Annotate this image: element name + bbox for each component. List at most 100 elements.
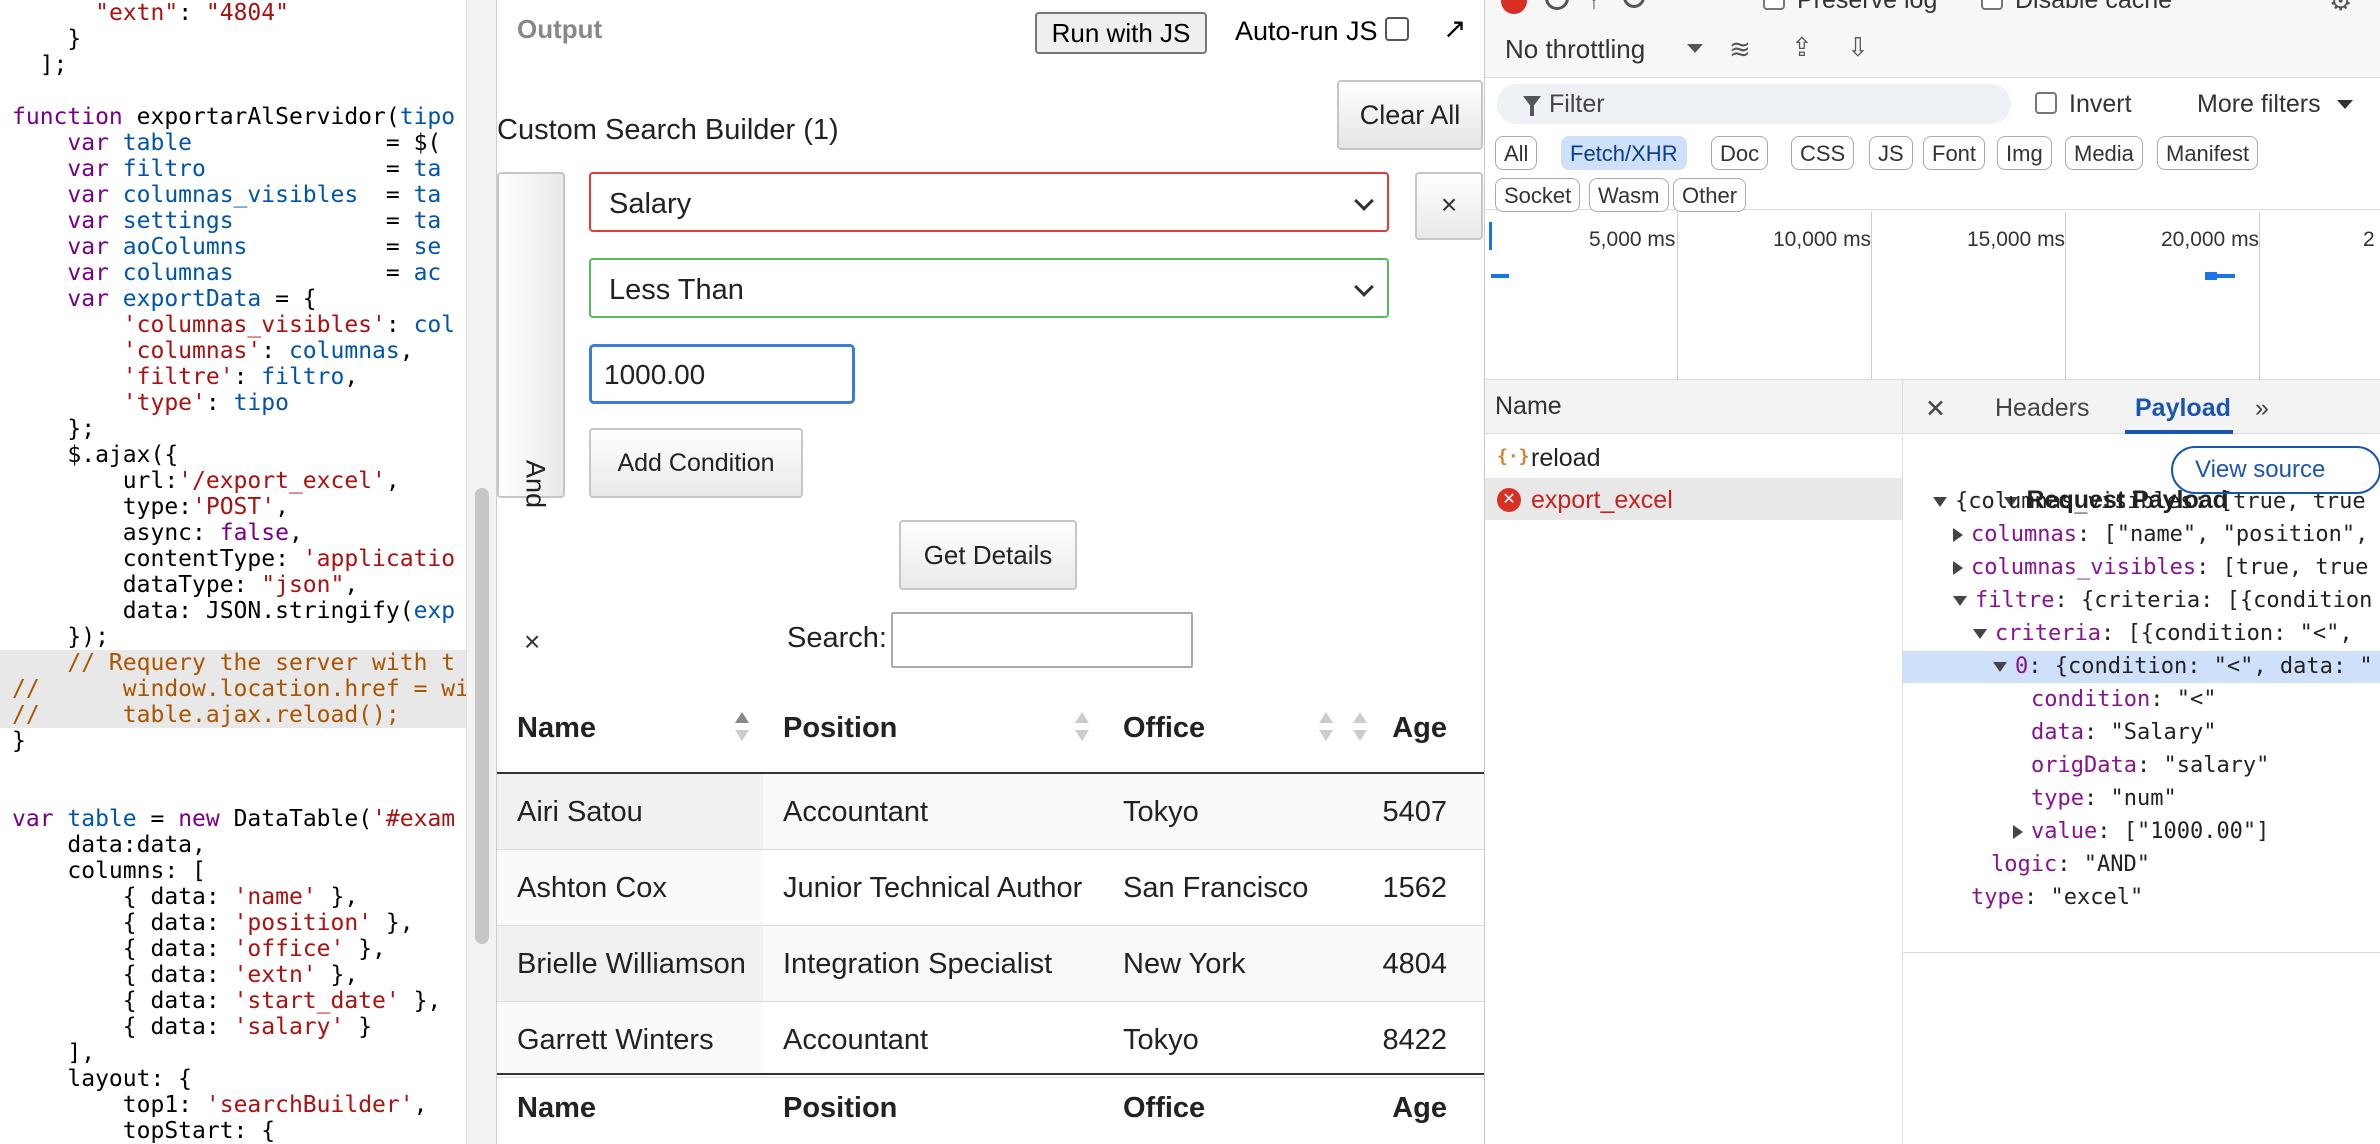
- collapse-icon[interactable]: [1933, 497, 1947, 507]
- table-cell: Airi Satou: [517, 796, 643, 828]
- invert-checkbox[interactable]: [2035, 92, 2057, 114]
- col-header-name[interactable]: Name: [497, 700, 763, 774]
- code-line: // Requery the server with t: [0, 650, 466, 676]
- code-line: 'columnas_visibles': col: [12, 312, 456, 338]
- network-timeline[interactable]: 5,000 ms 10,000 ms 15,000 ms 20,000 ms 2: [1485, 212, 2380, 380]
- table-row[interactable]: Brielle Williamson Integration Specialist…: [497, 926, 1484, 1002]
- code-scrollbar-thumb[interactable]: [475, 488, 489, 944]
- filter-chip-all[interactable]: All: [1495, 136, 1538, 170]
- table-row[interactable]: Ashton Cox Junior Technical Author San Fra…: [497, 850, 1484, 926]
- record-icon[interactable]: [1501, 0, 1527, 14]
- value-input[interactable]: 1000.00: [589, 344, 855, 404]
- col-header-office[interactable]: Office: [1103, 700, 1347, 774]
- timeline-gridline: [1871, 212, 1872, 380]
- request-name: reload: [1531, 444, 1601, 472]
- collapse-icon[interactable]: [1953, 596, 1967, 606]
- collapse-icon[interactable]: [1973, 629, 1987, 639]
- popout-icon[interactable]: ↗: [1443, 12, 1466, 45]
- filter-chip-media[interactable]: Media: [2065, 136, 2143, 170]
- chevron-down-icon: [2337, 100, 2353, 109]
- view-source-button[interactable]: View source: [2171, 446, 2380, 494]
- payload-tree-node[interactable]: columnas: ["name", "position",: [1903, 519, 2380, 551]
- code-line: var table = new DataTable('#exam: [12, 806, 456, 832]
- code-scrollbar[interactable]: [466, 0, 496, 1144]
- filter-chip-css[interactable]: CSS: [1791, 136, 1855, 170]
- table-cell: Tokyo: [1123, 796, 1199, 828]
- tab-payload[interactable]: Payload: [2135, 394, 2231, 423]
- filter-chip-wasm[interactable]: Wasm: [1589, 178, 1669, 212]
- payload-tree-node[interactable]: columnas_visibles: [true, true: [1903, 552, 2380, 584]
- auto-run-label: Auto-run JS: [1235, 16, 1378, 46]
- payload-key: criteria: [1995, 621, 2101, 646]
- table-row[interactable]: Garrett Winters Accountant Tokyo 8422: [497, 1002, 1484, 1078]
- col-header-name-label: Name: [517, 712, 596, 744]
- payload-value: : [true, true: [2196, 555, 2369, 580]
- col-header-position[interactable]: Position: [763, 700, 1103, 774]
- expand-icon[interactable]: [1953, 561, 1963, 575]
- filter-chip-manifest[interactable]: Manifest: [2157, 136, 2259, 170]
- code-line: async: false,: [12, 520, 303, 546]
- logic-remove-icon[interactable]: ×: [524, 626, 540, 658]
- import-har-icon[interactable]: ⇪: [1791, 32, 1813, 63]
- search-label: Search:: [787, 622, 887, 654]
- clear-icon[interactable]: [1545, 0, 1569, 10]
- table-cell: Tokyo: [1123, 1024, 1199, 1056]
- disable-cache-checkbox[interactable]: [1981, 0, 2003, 10]
- code-line: var aoColumns = se: [12, 234, 442, 260]
- close-icon[interactable]: ✕: [1925, 394, 1946, 424]
- search-input[interactable]: [891, 612, 1193, 668]
- settings-gear-icon[interactable]: ⚙: [2329, 0, 2352, 17]
- code-line: { data: 'name' },: [12, 884, 359, 910]
- logic-toggle-button[interactable]: And ×: [497, 172, 565, 657]
- preserve-log-checkbox[interactable]: [1763, 0, 1785, 10]
- more-tabs-icon[interactable]: »: [2255, 394, 2269, 423]
- filter-chip-img[interactable]: Img: [1997, 136, 2052, 170]
- add-condition-button[interactable]: Add Condition: [589, 428, 803, 498]
- payload-key: columnas: [1971, 522, 2077, 547]
- name-column-header[interactable]: Name: [1485, 380, 1903, 434]
- filter-chip-socket[interactable]: Socket: [1495, 178, 1581, 212]
- tab-headers[interactable]: Headers: [1995, 394, 2090, 423]
- detail-divider: [1903, 952, 2380, 953]
- payload-tree-node[interactable]: filtre: {criteria: [{condition: [1903, 585, 2380, 617]
- payload-key: filtre: [1975, 588, 2055, 613]
- payload-tree-node: condition: "<": [1903, 684, 2380, 716]
- col-header-age[interactable]: Age: [1347, 700, 1484, 774]
- filter-chip-other[interactable]: Other: [1673, 178, 1747, 212]
- column-select[interactable]: Salary: [589, 172, 1389, 232]
- table-row[interactable]: Airi Satou Accountant Tokyo 5407: [497, 774, 1484, 850]
- code-line: { data: 'start_date' },: [12, 988, 442, 1014]
- auto-run-checkbox[interactable]: [1385, 17, 1409, 41]
- request-row[interactable]: ✕ export_excel: [1485, 478, 1903, 520]
- payload-tree-node[interactable]: criteria: [{condition: "<",: [1903, 618, 2380, 650]
- export-har-icon[interactable]: ⇩: [1847, 32, 1869, 63]
- more-filters-button[interactable]: More filters: [2197, 90, 2321, 119]
- expand-icon[interactable]: [1953, 528, 1963, 542]
- get-details-button[interactable]: Get Details: [899, 520, 1077, 590]
- clear-all-button[interactable]: Clear All: [1337, 80, 1483, 150]
- filter-chip-font[interactable]: Font: [1923, 136, 1986, 170]
- collapse-icon[interactable]: [1993, 662, 2007, 672]
- filter-input[interactable]: Filter: [1497, 84, 2011, 124]
- run-with-js-button[interactable]: Run with JS: [1035, 12, 1207, 54]
- filter-toggle-icon[interactable]: ⫯: [1589, 0, 1599, 14]
- request-row[interactable]: {·} reload: [1485, 436, 1903, 478]
- payload-tree-node: origData: "salary": [1903, 750, 2380, 782]
- delete-condition-button[interactable]: ×: [1415, 172, 1483, 240]
- payload-tree-node[interactable]: value: ["1000.00"]: [1903, 816, 2380, 848]
- expand-icon[interactable]: [2013, 825, 2023, 839]
- network-conditions-icon[interactable]: ≋: [1729, 34, 1751, 65]
- throttling-select[interactable]: No throttling: [1505, 34, 1645, 65]
- search-icon[interactable]: [1623, 0, 1645, 8]
- filter-chip-doc[interactable]: Doc: [1711, 136, 1769, 170]
- payload-tree-node[interactable]: 0: {condition: "<", data: ": [1903, 651, 2380, 683]
- condition-select[interactable]: Less Than: [589, 258, 1389, 318]
- timeline-gridline: [1677, 212, 1678, 380]
- code-editor[interactable]: "extn": "4804" } ]; function exportarAlSe…: [0, 0, 466, 1144]
- xhr-icon: {·}: [1497, 446, 1530, 467]
- filter-chip-fetchxhr[interactable]: Fetch/XHR: [1561, 136, 1687, 170]
- timeline-gridline: [2065, 212, 2066, 380]
- code-line: 'type': tipo: [12, 390, 289, 416]
- filter-chip-js[interactable]: JS: [1869, 136, 1913, 170]
